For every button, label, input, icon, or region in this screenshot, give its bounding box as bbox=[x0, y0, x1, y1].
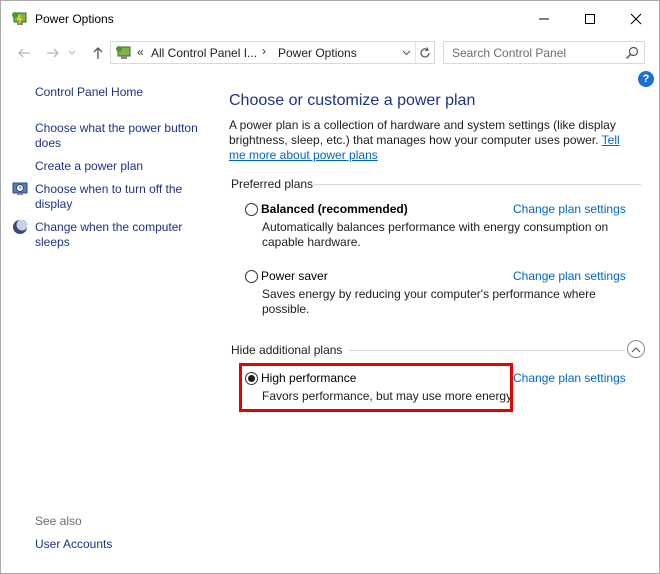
turn-off-display-link[interactable]: Choose when to turn off the display bbox=[35, 182, 200, 212]
arrow-right-icon bbox=[47, 48, 59, 58]
chevron-down-icon bbox=[68, 50, 76, 55]
back-button[interactable] bbox=[13, 42, 35, 64]
create-power-plan-link[interactable]: Create a power plan bbox=[35, 159, 143, 174]
power-saver-plan-radio[interactable] bbox=[245, 270, 258, 283]
collapse-additional-plans-button[interactable] bbox=[627, 340, 645, 358]
display-clock-icon bbox=[12, 182, 28, 195]
sleep-moon-icon bbox=[13, 219, 28, 234]
maximize-button[interactable] bbox=[567, 1, 613, 37]
breadcrumb-overflow[interactable]: « bbox=[137, 45, 144, 59]
high-performance-plan-radio[interactable] bbox=[245, 372, 258, 385]
minimize-button[interactable] bbox=[521, 1, 567, 37]
high-performance-plan-description: Favors performance, but may use more ene… bbox=[262, 389, 511, 403]
close-button[interactable] bbox=[613, 1, 659, 37]
control-panel-icon bbox=[116, 46, 131, 59]
address-dropdown-button[interactable] bbox=[397, 42, 415, 63]
power-options-app-icon bbox=[12, 12, 27, 25]
preferred-plans-header: Preferred plans bbox=[231, 177, 314, 191]
power-button-settings-link[interactable]: Choose what the power button does bbox=[35, 121, 205, 151]
intro-text: A power plan is a collection of hardware… bbox=[229, 118, 639, 163]
recent-locations-button[interactable] bbox=[65, 42, 79, 64]
up-button[interactable] bbox=[87, 42, 109, 64]
maximize-icon bbox=[585, 14, 595, 24]
balanced-plan-radio[interactable] bbox=[245, 203, 258, 216]
breadcrumb-item-power-options[interactable]: Power Options bbox=[278, 46, 357, 60]
refresh-button[interactable] bbox=[415, 42, 434, 63]
chevron-up-icon bbox=[631, 346, 641, 352]
chevron-down-icon bbox=[402, 50, 410, 55]
address-bar[interactable]: « All Control Panel I... › Power Options bbox=[110, 41, 435, 64]
title-bar: Power Options bbox=[1, 1, 659, 37]
arrow-left-icon bbox=[18, 48, 30, 58]
user-accounts-link[interactable]: User Accounts bbox=[35, 537, 112, 552]
navigation-bar: « All Control Panel I... › Power Options bbox=[1, 37, 659, 69]
power-options-window: Power Options « All Control Panel I... ›… bbox=[0, 0, 660, 574]
high-performance-plan-name[interactable]: High performance bbox=[261, 371, 356, 385]
balanced-plan-name[interactable]: Balanced (recommended) bbox=[261, 202, 408, 216]
window-title: Power Options bbox=[35, 12, 114, 26]
additional-plans-divider bbox=[349, 350, 625, 351]
see-also-label: See also bbox=[35, 514, 82, 528]
arrow-up-icon bbox=[93, 47, 103, 59]
high-performance-change-settings-link[interactable]: Change plan settings bbox=[513, 371, 626, 385]
control-panel-home-link[interactable]: Control Panel Home bbox=[35, 85, 143, 100]
help-button[interactable]: ? bbox=[638, 71, 654, 87]
search-icon[interactable] bbox=[624, 45, 640, 61]
left-navigation-pane: Control Panel Home Choose what the power… bbox=[1, 69, 211, 574]
minimize-icon bbox=[539, 18, 549, 20]
balanced-change-settings-link[interactable]: Change plan settings bbox=[513, 202, 626, 216]
computer-sleep-link[interactable]: Change when the computer sleeps bbox=[35, 220, 200, 250]
forward-button[interactable] bbox=[42, 42, 64, 64]
intro-description: A power plan is a collection of hardware… bbox=[229, 118, 616, 147]
power-saver-plan-name[interactable]: Power saver bbox=[261, 269, 328, 283]
hide-additional-plans-header[interactable]: Hide additional plans bbox=[231, 343, 342, 357]
search-input[interactable] bbox=[444, 42, 620, 63]
close-icon bbox=[630, 13, 642, 25]
search-box[interactable] bbox=[443, 41, 645, 64]
breadcrumb-item-all-control-panel[interactable]: All Control Panel I... bbox=[151, 46, 257, 60]
power-saver-change-settings-link[interactable]: Change plan settings bbox=[513, 269, 626, 283]
page-title: Choose or customize a power plan bbox=[229, 92, 476, 109]
preferred-plans-divider bbox=[313, 184, 641, 185]
refresh-icon bbox=[420, 46, 430, 57]
breadcrumb-separator[interactable]: › bbox=[262, 44, 266, 58]
power-saver-plan-description: Saves energy by reducing your computer's… bbox=[262, 287, 596, 316]
balanced-plan-description: Automatically balances performance with … bbox=[262, 220, 609, 249]
